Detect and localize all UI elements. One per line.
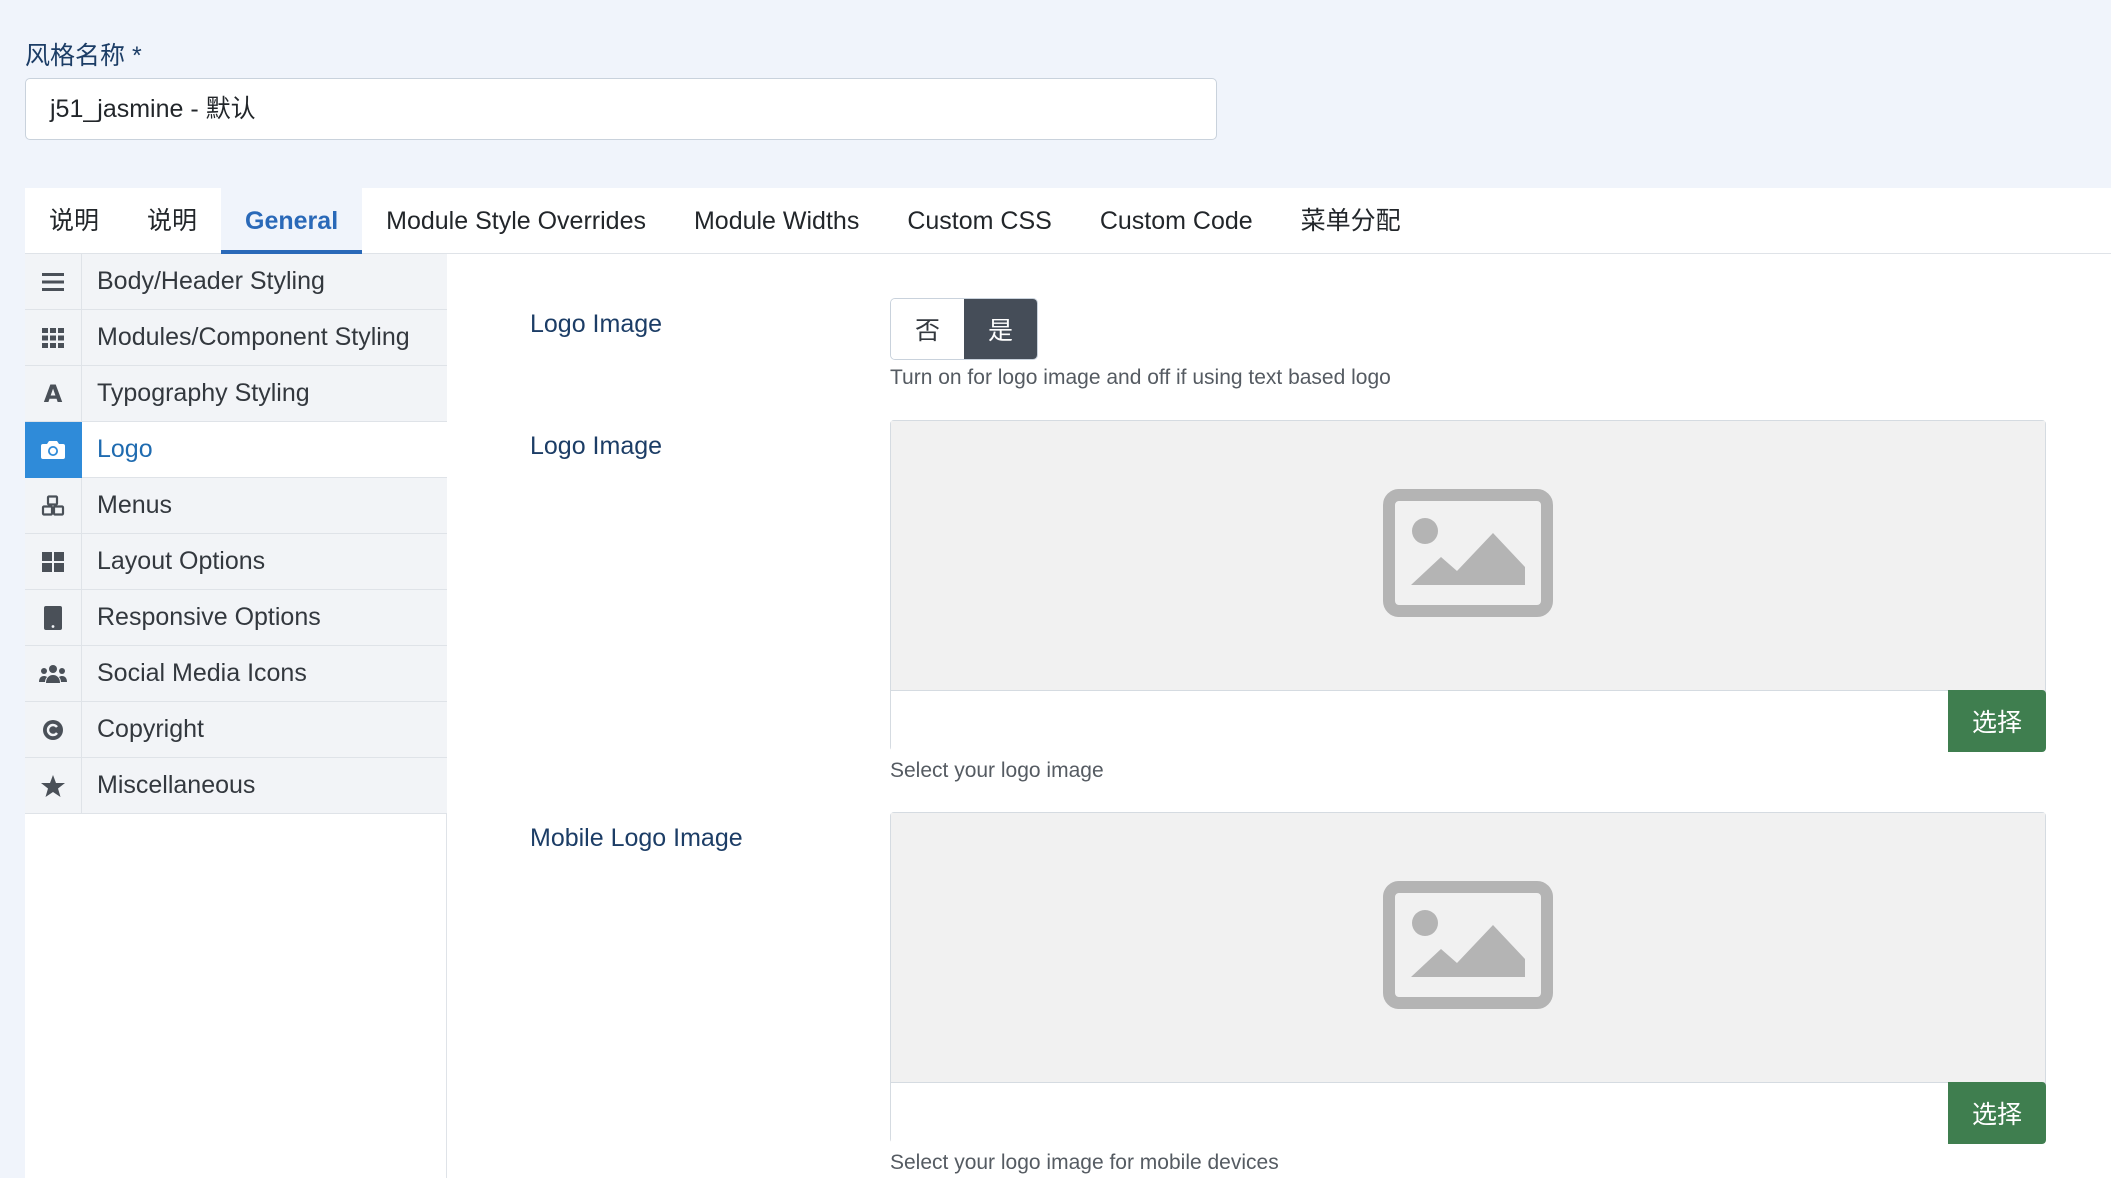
mobile-logo-image-label: Mobile Logo Image <box>530 824 743 852</box>
sidebar-item-modules-component-styling[interactable]: Modules/Component Styling <box>25 309 447 366</box>
style-name-input[interactable]: j51_jasmine - 默认 <box>25 78 1217 140</box>
sidebar-item-label: Modules/Component Styling <box>97 323 410 351</box>
users-icon <box>25 645 82 702</box>
font-icon: A <box>25 365 82 422</box>
tab-module-style-overrides[interactable]: Module Style Overrides <box>362 188 670 254</box>
logo-image-select-button[interactable]: 选择 <box>1948 690 2046 752</box>
toggle-on-option[interactable]: 是 <box>964 299 1037 359</box>
sidebar-item-miscellaneous[interactable]: Miscellaneous <box>25 757 447 814</box>
tab-custom-code[interactable]: Custom Code <box>1076 188 1277 254</box>
tablet-icon <box>25 589 82 646</box>
mobile-logo-image-path-input[interactable] <box>891 1083 1949 1143</box>
mobile-logo-image-media-field: 选择 <box>890 812 2046 1144</box>
sidebar-item-label: Menus <box>97 491 173 519</box>
sidebar-item-responsive-options[interactable]: Responsive Options <box>25 589 447 646</box>
mobile-logo-image-select-button[interactable]: 选择 <box>1948 1082 2046 1144</box>
sidebar-item-layout-options[interactable]: Layout Options <box>25 533 447 590</box>
layout-icon <box>25 533 82 590</box>
sidebar-item-social-media-icons[interactable]: Social Media Icons <box>25 645 447 702</box>
sidebar-item-typography-styling[interactable]: A Typography Styling <box>25 365 447 422</box>
sidebar-item-label: Logo <box>97 435 153 463</box>
sidebar-item-body-header-styling[interactable]: Body/Header Styling <box>25 253 447 310</box>
sidebar-nav: Body/Header Styling Modules/Component St… <box>25 253 447 1178</box>
mobile-logo-image-preview <box>891 813 2045 1083</box>
logo-settings-content: Logo Image 否 是 Turn on for logo image an… <box>447 254 2111 1178</box>
copyright-icon <box>25 701 82 758</box>
sidebar-item-label: Responsive Options <box>97 603 321 631</box>
tab-bar: 说明 说明 General Module Style Overrides Mod… <box>25 188 2111 254</box>
settings-panel: 说明 说明 General Module Style Overrides Mod… <box>25 188 2111 1178</box>
sidebar-item-label: Social Media Icons <box>97 659 307 687</box>
tab-custom-css[interactable]: Custom CSS <box>883 188 1075 254</box>
image-placeholder-icon <box>1383 881 1553 1014</box>
mobile-logo-image-help: Select your logo image for mobile device… <box>890 1151 1279 1174</box>
logo-image-preview <box>891 421 2045 691</box>
cubes-icon <box>25 477 82 534</box>
logo-image-path-input[interactable] <box>891 691 1949 751</box>
tab-description-1[interactable]: 说明 <box>25 188 123 254</box>
logo-toggle-label: Logo Image <box>530 310 663 338</box>
logo-image-help: Select your logo image <box>890 759 1104 782</box>
grid-icon <box>25 309 82 366</box>
sidebar-item-label: Copyright <box>97 715 204 743</box>
logo-image-label: Logo Image <box>530 432 663 460</box>
sidebar-item-copyright[interactable]: Copyright <box>25 701 447 758</box>
star-icon <box>25 757 82 814</box>
sidebar-item-menus[interactable]: Menus <box>25 477 447 534</box>
bars-icon <box>25 253 82 310</box>
style-name-label: 风格名称 * <box>25 42 142 70</box>
tab-module-widths[interactable]: Module Widths <box>670 188 883 254</box>
tab-description-2[interactable]: 说明 <box>123 188 221 254</box>
toggle-off-option[interactable]: 否 <box>891 299 964 359</box>
sidebar-item-label: Typography Styling <box>97 379 310 407</box>
image-placeholder-icon <box>1383 489 1553 622</box>
logo-toggle-help: Turn on for logo image and off if using … <box>890 366 1391 389</box>
tab-menu-assignment[interactable]: 菜单分配 <box>1277 188 1425 254</box>
sidebar-item-label: Miscellaneous <box>97 771 256 799</box>
logo-image-toggle[interactable]: 否 是 <box>890 298 1038 360</box>
sidebar-item-label: Layout Options <box>97 547 266 575</box>
sidebar-item-logo[interactable]: Logo <box>25 421 447 478</box>
tab-general[interactable]: General <box>221 188 363 254</box>
camera-icon <box>25 421 82 478</box>
sidebar-item-label: Body/Header Styling <box>97 267 325 295</box>
logo-image-media-field: 选择 <box>890 420 2046 752</box>
